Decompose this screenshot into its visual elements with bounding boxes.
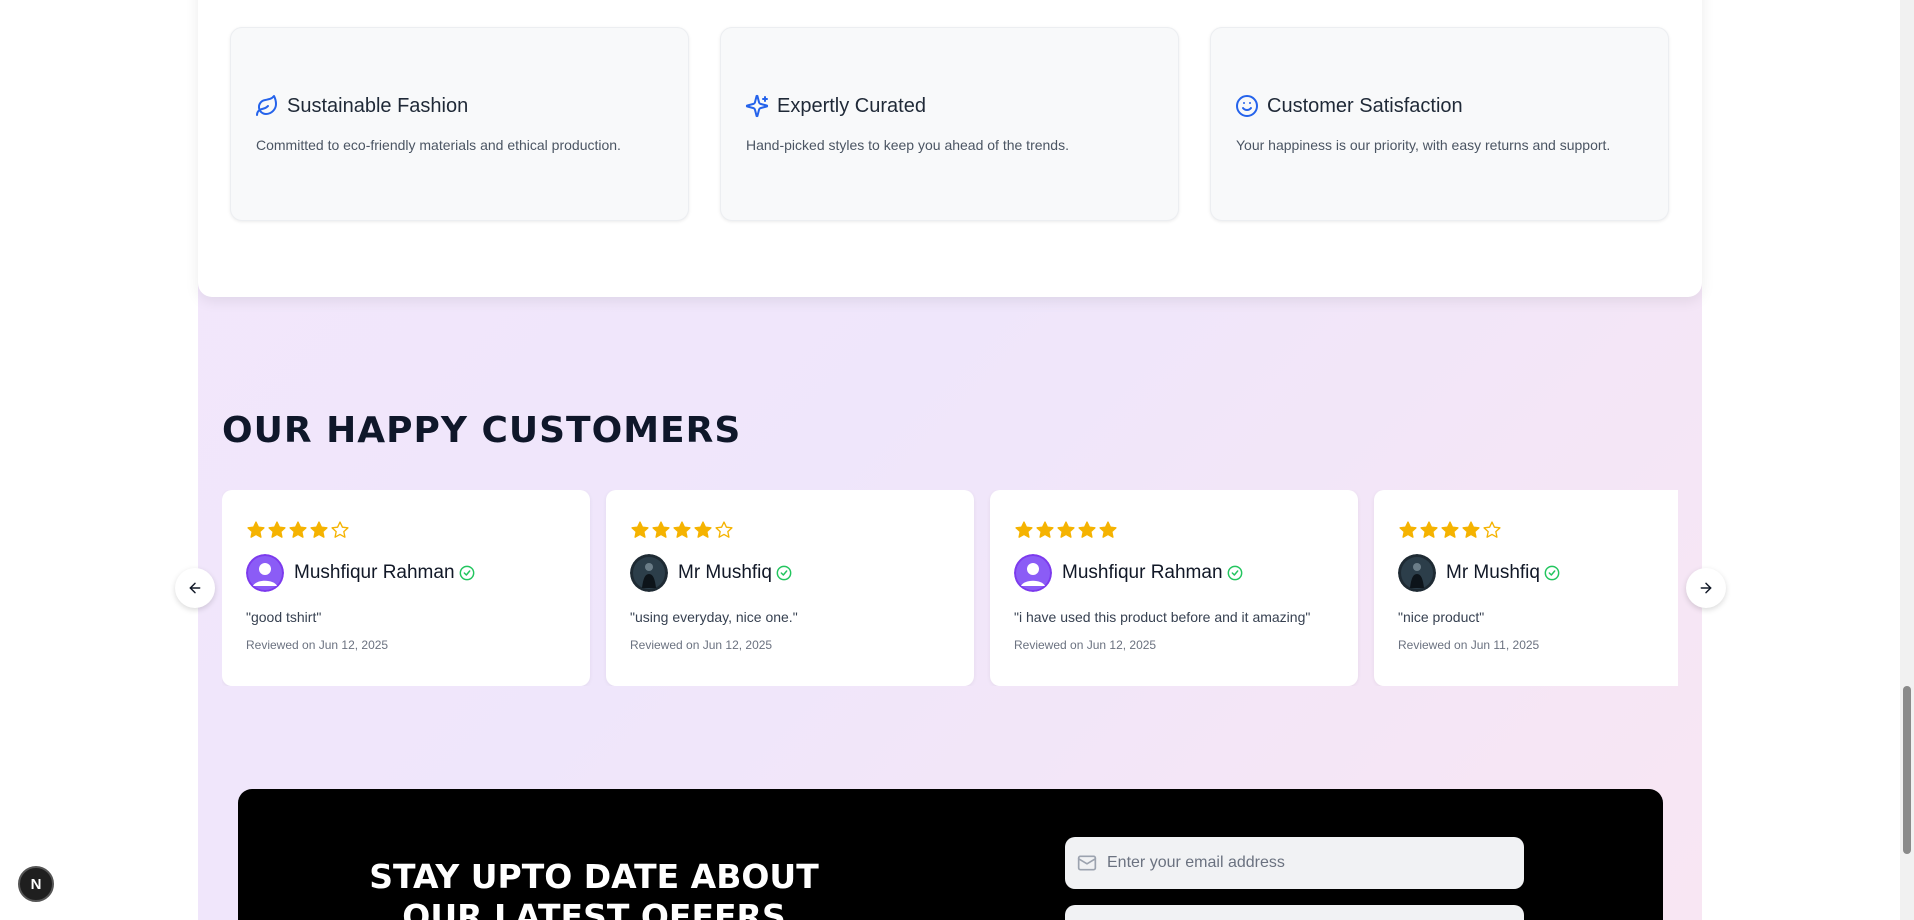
star-rating — [1398, 520, 1502, 540]
default-avatar — [246, 554, 284, 592]
reviewer-name: Mushfiqur Rahman — [294, 562, 455, 583]
review-date: Reviewed on Jun 12, 2025 — [1014, 638, 1157, 652]
star-rating — [630, 520, 734, 540]
star-filled-icon — [673, 521, 691, 538]
review-text: "i have used this product before and it … — [1014, 609, 1311, 625]
carousel-prev-button[interactable] — [175, 568, 215, 608]
arrow-right-icon — [1700, 582, 1712, 594]
reviewer-name: Mushfiqur Rahman — [1062, 562, 1223, 583]
newsletter-heading: STAY UPTO DATE ABOUT OUR LATEST OFFERS — [369, 857, 819, 920]
star-filled-icon — [694, 521, 712, 538]
feature-card-satisfaction: Customer Satisfaction Your happiness is … — [1210, 27, 1669, 221]
verified-check-icon — [776, 565, 792, 581]
feature-title: Expertly Curated — [777, 94, 926, 117]
features-section: Sustainable Fashion Committed to eco-fri… — [198, 0, 1702, 297]
email-field-wrapper — [1065, 837, 1524, 889]
star-filled-icon — [310, 521, 328, 538]
subscribe-button[interactable] — [1065, 905, 1524, 920]
review-date: Reviewed on Jun 12, 2025 — [630, 638, 773, 652]
feature-title: Customer Satisfaction — [1267, 94, 1463, 117]
feature-title: Sustainable Fashion — [287, 94, 469, 117]
section-title: OUR HAPPY CUSTOMERS — [222, 410, 742, 451]
photo-avatar — [1398, 554, 1436, 592]
star-filled-icon — [1036, 521, 1054, 538]
star-filled-icon — [268, 521, 286, 538]
sparkles-icon — [745, 94, 769, 118]
star-filled-icon — [1015, 521, 1033, 538]
photo-avatar — [630, 554, 668, 592]
feature-card-curated: Expertly Curated Hand-picked styles to k… — [720, 27, 1179, 221]
reviewer-name: Mr Mushfiq — [1446, 562, 1540, 583]
verified-check-icon — [459, 565, 474, 581]
reviewer-name: Mr Mushfiq — [678, 562, 772, 583]
star-filled-icon — [1399, 521, 1417, 538]
review-card: Mushfiqur Rahman "i have used this produ… — [990, 490, 1358, 686]
feature-description: Hand-picked styles to keep you ahead of … — [746, 137, 1069, 153]
star-filled-icon — [1078, 521, 1096, 538]
star-filled-icon — [1099, 521, 1117, 538]
carousel-next-button[interactable] — [1686, 568, 1726, 608]
leaf-icon — [256, 95, 277, 116]
review-text: "good tshirt" — [246, 609, 322, 625]
review-date: Reviewed on Jun 11, 2025 — [1398, 638, 1540, 652]
star-filled-icon — [652, 521, 670, 538]
star-filled-icon — [631, 521, 649, 538]
review-text: "nice product" — [1398, 609, 1485, 625]
star-filled-icon — [1441, 521, 1459, 538]
review-card: Mr Mushfiq "using everyday, nice one." R… — [606, 490, 974, 686]
review-card: Mushfiqur Rahman "good tshirt" Reviewed … — [222, 490, 590, 686]
arrow-left-icon — [189, 582, 201, 594]
smile-icon — [1236, 95, 1258, 117]
star-filled-icon — [1057, 521, 1075, 538]
verified-check-icon — [1544, 565, 1560, 581]
review-text: "using everyday, nice one." — [630, 609, 798, 625]
default-avatar — [1014, 554, 1052, 592]
star-empty-icon — [1483, 521, 1501, 538]
review-card: Mr Mushfiq "nice product" Reviewed on Ju… — [1374, 490, 1678, 686]
reviews-carousel: Mushfiqur Rahman "good tshirt" Reviewed … — [222, 490, 1678, 686]
star-rating — [246, 520, 350, 540]
verified-check-icon — [1227, 565, 1242, 581]
star-filled-icon — [289, 521, 307, 538]
nextjs-dev-badge[interactable]: N — [18, 866, 54, 902]
review-date: Reviewed on Jun 12, 2025 — [246, 638, 389, 652]
star-empty-icon — [331, 521, 349, 538]
newsletter-section: STAY UPTO DATE ABOUT OUR LATEST OFFERS — [238, 789, 1663, 920]
feature-description: Committed to eco-friendly materials and … — [256, 137, 621, 153]
star-rating — [1014, 520, 1118, 540]
star-filled-icon — [1462, 521, 1480, 538]
mail-icon — [1077, 855, 1097, 871]
page-scrollbar[interactable] — [1900, 0, 1914, 920]
email-input[interactable] — [1107, 854, 1507, 872]
star-filled-icon — [247, 521, 265, 538]
star-filled-icon — [1420, 521, 1438, 538]
scrollbar-thumb[interactable] — [1903, 686, 1911, 854]
feature-card-sustainable: Sustainable Fashion Committed to eco-fri… — [230, 27, 689, 221]
feature-description: Your happiness is our priority, with eas… — [1236, 137, 1611, 153]
star-empty-icon — [715, 521, 733, 538]
